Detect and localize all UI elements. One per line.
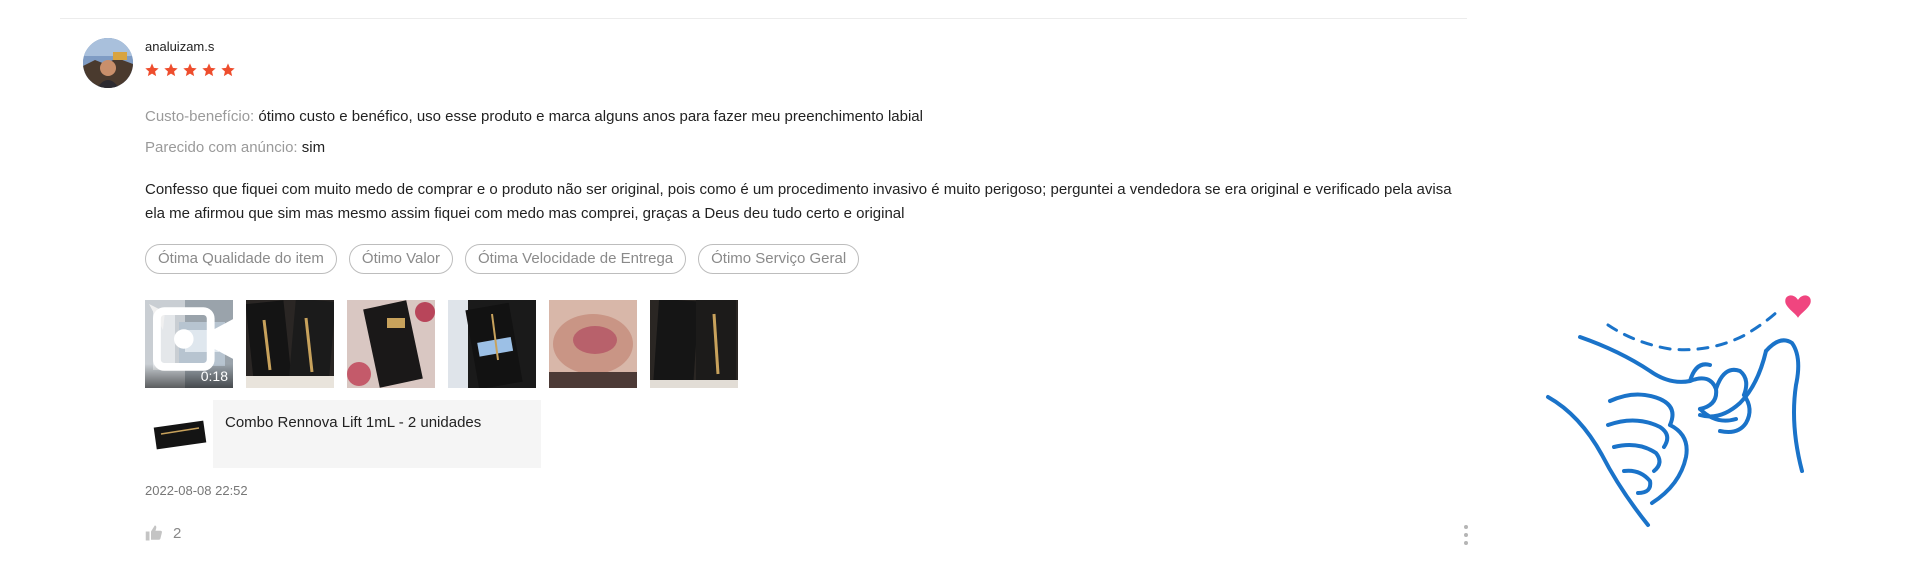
review-tag: Ótima Qualidade do item — [145, 244, 337, 274]
top-divider — [60, 18, 1467, 19]
review-tags: Ótima Qualidade do item Ótimo Valor Ótim… — [145, 244, 860, 274]
review-tag: Ótimo Valor — [348, 244, 453, 274]
similar-to-listing-line: Parecido com anúncio: sim — [145, 138, 325, 158]
star-icon — [202, 63, 216, 77]
similar-to-listing-text: sim — [301, 139, 326, 156]
star-icon — [221, 63, 235, 77]
star-icon — [183, 63, 197, 77]
value-for-money-line: Custo-benefício: ótimo custo e benéfico,… — [145, 107, 923, 127]
helpful-button[interactable]: 2 — [145, 524, 181, 542]
pinky-promise-illustration — [1540, 285, 1850, 535]
video-duration: 0:18 — [200, 368, 228, 384]
media-photo-thumbnail[interactable] — [650, 300, 738, 388]
rating-stars — [144, 62, 236, 78]
review-body: Confesso que fiquei com muito medo de co… — [145, 181, 1452, 222]
media-photo-thumbnail[interactable] — [347, 300, 435, 388]
similar-to-listing-label: Parecido com anúncio: — [145, 139, 298, 156]
media-video-thumbnail[interactable]: 0:18 — [145, 300, 233, 388]
star-icon — [145, 63, 159, 77]
review-tag: Ótima Velocidade de Entrega — [465, 244, 687, 274]
review-tag: Ótimo Serviço Geral — [698, 244, 860, 274]
thumbs-up-icon[interactable] — [145, 524, 163, 542]
value-for-money-label: Custo-benefício: — [145, 108, 255, 125]
helpful-count: 2 — [173, 524, 182, 542]
product-name[interactable]: Combo Rennova Lift 1mL - 2 unidades — [213, 400, 541, 468]
media-photo-thumbnail[interactable] — [448, 300, 536, 388]
star-icon — [164, 63, 178, 77]
review-date: 2022-08-08 22:52 — [145, 483, 248, 498]
value-for-money-text: ótimo custo e benéfico, uso esse produto… — [258, 108, 923, 125]
media-photo-thumbnail[interactable] — [549, 300, 637, 388]
media-photo-thumbnail[interactable] — [246, 300, 334, 388]
reviewer-username[interactable]: analuizam.s — [145, 39, 214, 54]
avatar[interactable] — [83, 38, 133, 88]
review-media: 0:18 — [145, 300, 738, 388]
more-options-icon[interactable] — [1462, 523, 1470, 547]
purchased-product[interactable]: Combo Rennova Lift 1mL - 2 unidades — [145, 400, 541, 468]
product-thumbnail[interactable] — [145, 400, 213, 468]
